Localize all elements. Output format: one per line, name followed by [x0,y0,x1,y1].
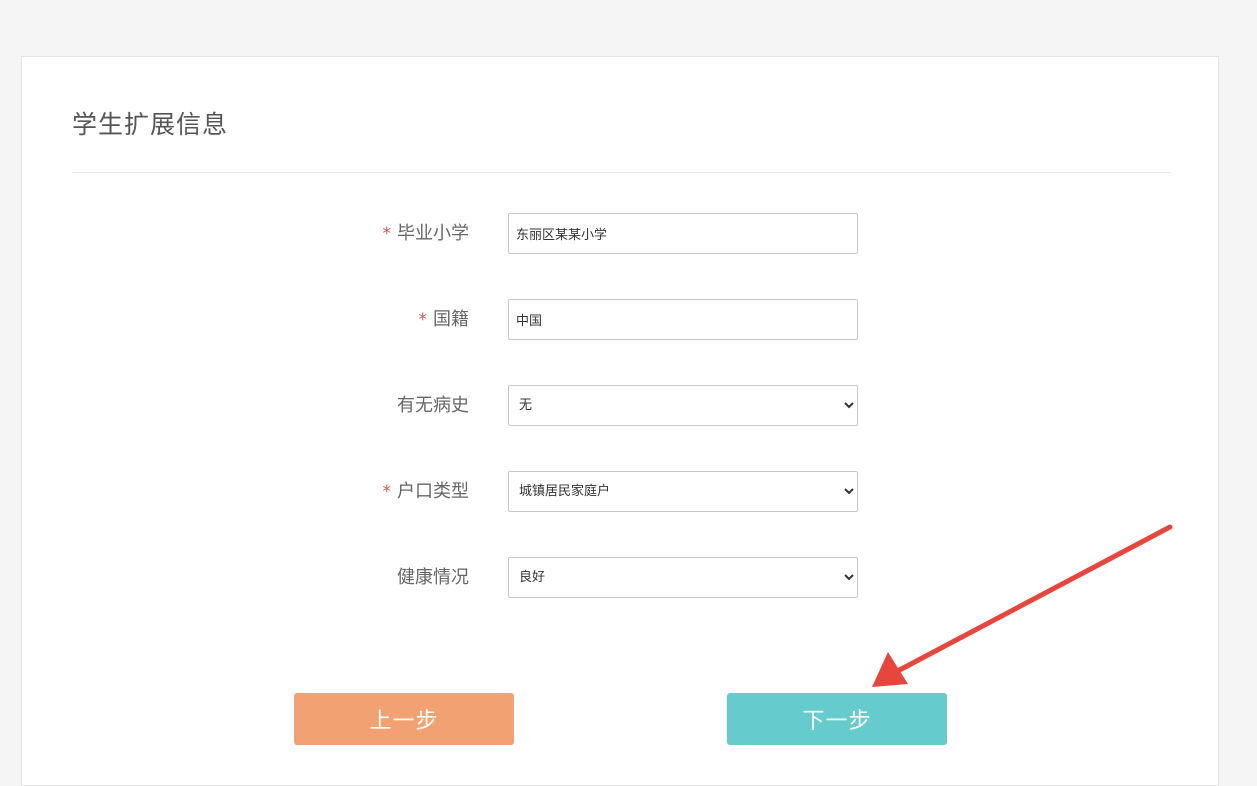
primary-school-input[interactable] [508,213,858,254]
nationality-label: * 国籍 [419,299,470,340]
primary-school-label: * 毕业小学 [383,213,470,254]
primary-school-label-text: 毕业小学 [397,223,469,244]
previous-step-button[interactable]: 上一步 [294,693,514,745]
page-title: 学生扩展信息 [72,110,229,139]
health-condition-label-text: 健康情况 [397,567,469,588]
form-row-hukou-type: * 户口类型 城镇居民家庭户 [22,471,1218,512]
health-condition-select[interactable]: 良好 [508,557,858,598]
required-star: * [418,310,428,330]
nationality-label-text: 国籍 [433,309,469,330]
title-divider [72,172,1171,173]
next-step-button[interactable]: 下一步 [727,693,947,745]
medical-history-select[interactable]: 无 [508,385,858,426]
medical-history-label-text: 有无病史 [397,395,469,416]
medical-history-label: 有无病史 [397,385,469,426]
form-row-primary-school: * 毕业小学 [22,213,1218,254]
form-row-medical-history: 有无病史 无 [22,385,1218,426]
form-row-nationality: * 国籍 [22,299,1218,340]
hukou-type-select[interactable]: 城镇居民家庭户 [508,471,858,512]
student-extended-info-card: 学生扩展信息 *毕业小学 *国籍 有无病史 无 *户口类型 城镇居民家庭户 [21,56,1219,786]
health-condition-label: 健康情况 [397,557,469,598]
hukou-type-label-text: 户口类型 [397,481,469,502]
form-row-health-condition: 健康情况 良好 [22,557,1218,598]
required-star: * [382,482,392,502]
hukou-type-label: * 户口类型 [383,471,470,512]
nationality-input[interactable] [508,299,858,340]
required-star: * [382,224,392,244]
